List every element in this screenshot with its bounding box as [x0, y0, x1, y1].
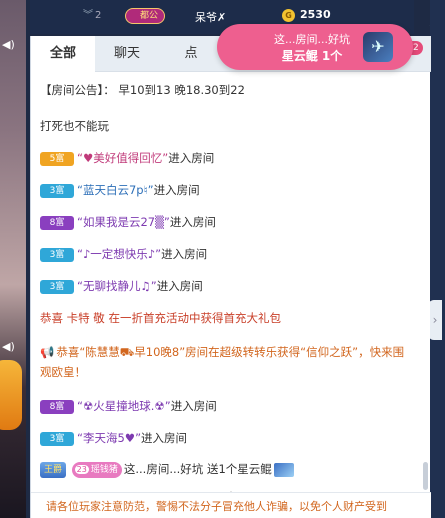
tab-all[interactable]: 全部: [31, 36, 95, 73]
enter-action: 进入房间: [141, 431, 188, 445]
user-nick[interactable]: “如果我是云27▒”: [77, 215, 170, 229]
chevron-down-icon[interactable]: ︾: [83, 6, 93, 21]
wealth-level-badge: 3富: [40, 279, 74, 294]
user-nick[interactable]: “♪一定想快乐♪”: [77, 247, 161, 261]
wealth-level-badge: 3富: [40, 431, 74, 446]
rank-score: 2530: [300, 8, 331, 21]
gift-broadcast-popup[interactable]: 这...房间...好坑 星云鲲 1个 ✈: [217, 24, 413, 70]
fan-level-number: 23: [74, 464, 89, 474]
enter-message: 3富 “蓝天白云7p♮”进入房间: [40, 182, 200, 198]
wealth-level-badge: 8富: [40, 399, 74, 414]
enter-message: 8富 “☢火星撞地球.☢”进入房间: [40, 398, 217, 414]
chat-message: 打死也不能玩: [40, 119, 109, 133]
user-nick[interactable]: “☢火星撞地球.☢”: [77, 399, 171, 413]
right-edge: [430, 0, 445, 518]
rank-username[interactable]: 呆爷✗: [195, 9, 226, 25]
volume-icon[interactable]: ◀): [2, 38, 16, 52]
fan-club-badge: 23 瑶钱猪: [71, 461, 122, 478]
notice-line1: 恭喜“陈慧慧⛟早10晚8”房间在超级转转乐获得“信仰之跃”，快来围: [56, 345, 405, 359]
spaceship-gift-icon: ✈: [363, 32, 393, 62]
enter-message: 8富 “如果我是云27▒”进入房间: [40, 214, 216, 230]
gift-popup-gift: 星云鲲 1个: [281, 49, 343, 63]
gift-message: 王爵 23 瑶钱猪 这...房间...好坑 送1个星云鲲: [40, 461, 294, 478]
expand-panel-handle[interactable]: ›: [428, 300, 442, 340]
gift-text: 这...房间...好坑 送1个星云鲲: [123, 462, 272, 476]
notice-message-cont: 观欧皇！: [40, 365, 86, 379]
noble-badge: 都公: [125, 8, 166, 24]
fan-club-name: 瑶钱猪: [90, 464, 118, 475]
gift-widget[interactable]: [0, 360, 22, 430]
video-preview-strip: ◀) ◀): [0, 0, 26, 518]
rank-number: 2: [95, 10, 102, 21]
wealth-level-badge: 5富: [40, 151, 74, 166]
tab-song[interactable]: 点: [159, 36, 223, 72]
wealth-level-badge: 3富: [40, 183, 74, 198]
user-nick[interactable]: “李天海5♥”: [77, 431, 141, 445]
enter-action: 进入房间: [170, 399, 217, 413]
enter-action: 进入房间: [161, 247, 208, 261]
tab-chat[interactable]: 聊天: [95, 36, 159, 72]
chat-panel: 全部 聊天 点 🚗 12 这...房间...好坑 星云鲲 1个 ✈ 【房间公告】…: [30, 24, 431, 518]
enter-action: 进入房间: [156, 279, 203, 293]
enter-message: 3富 “李天海5♥”进入房间: [40, 430, 187, 446]
enter-message: 5富 “♥美好值得回忆”进入房间: [40, 150, 214, 166]
wealth-level-badge: 8富: [40, 215, 74, 230]
enter-message: 3富 “♪一定想快乐♪”进入房间: [40, 246, 207, 262]
wealth-level-badge: 3富: [40, 247, 74, 262]
enter-message: 3富 “无聊找静儿♫”进入房间: [40, 278, 203, 294]
system-message: 恭喜 卡特 敬 在一折首充活动中获得首充大礼包: [40, 311, 281, 325]
megaphone-icon: 📢: [40, 345, 55, 359]
enter-action: 进入房间: [153, 183, 200, 197]
room-announcement: 【房间公告】： 早10到13 晚18.30到22: [40, 83, 245, 97]
noble-badge: 王爵: [40, 461, 67, 478]
chat-scrollbar[interactable]: [423, 462, 428, 490]
volume-icon[interactable]: ◀): [2, 340, 16, 354]
user-nick[interactable]: “♥美好值得回忆”: [77, 151, 168, 165]
user-nick[interactable]: “无聊找静儿♫”: [77, 279, 157, 293]
gift-popup-sender: 这...房间...好坑: [274, 33, 350, 46]
notice-message: 📢 恭喜“陈慧慧⛟早10晚8”房间在超级转转乐获得“信仰之跃”，快来围: [40, 344, 404, 361]
enter-action: 进入房间: [169, 215, 216, 229]
coin-icon: G: [282, 9, 295, 22]
spaceship-gift-icon: [273, 462, 294, 477]
user-nick[interactable]: “蓝天白云7p♮”: [77, 183, 154, 197]
safety-tip: 请各位玩家注意防范，警惕不法分子冒充他人诈骗，以免个人财产受到: [31, 492, 431, 518]
enter-action: 进入房间: [168, 151, 215, 165]
